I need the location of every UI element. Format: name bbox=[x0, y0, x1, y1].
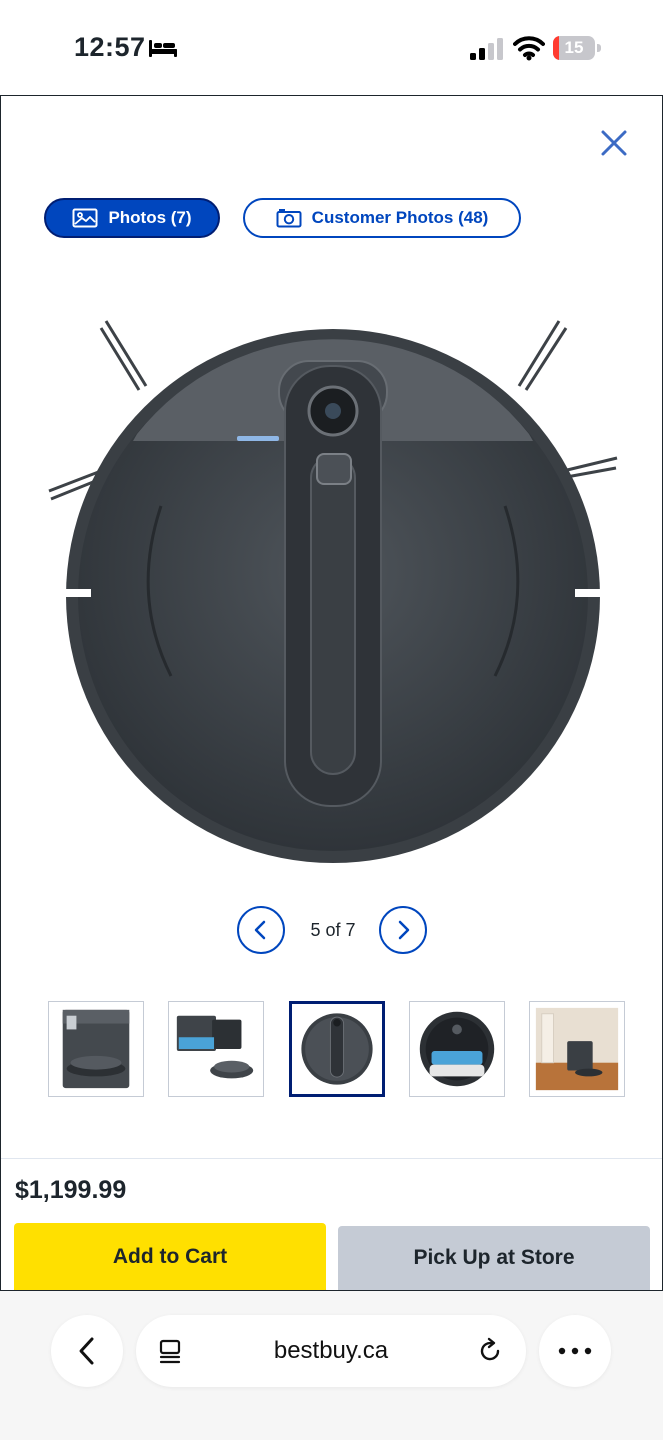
divider bbox=[1, 1158, 662, 1159]
tab-photos[interactable]: Photos (7) bbox=[44, 198, 220, 238]
previous-image-button[interactable] bbox=[237, 906, 285, 954]
thumbnail-3[interactable] bbox=[289, 1001, 385, 1097]
reload-icon[interactable] bbox=[476, 1337, 504, 1365]
thumbnail-2[interactable] bbox=[168, 1001, 264, 1097]
more-button[interactable] bbox=[539, 1315, 611, 1387]
thumbnail-4[interactable] bbox=[409, 1001, 505, 1097]
more-icon bbox=[558, 1347, 592, 1355]
status-time: 12:57 bbox=[74, 32, 146, 62]
url-text[interactable]: bestbuy.ca bbox=[206, 1315, 456, 1387]
next-image-button[interactable] bbox=[379, 906, 427, 954]
thumbnail-5[interactable] bbox=[529, 1001, 625, 1097]
thumbnail-1[interactable] bbox=[48, 1001, 144, 1097]
back-button[interactable] bbox=[51, 1315, 123, 1387]
battery-level: 15 bbox=[564, 38, 584, 57]
wifi-icon bbox=[513, 36, 545, 61]
product-price: $1,199.99 bbox=[15, 1176, 127, 1204]
status-bar: 12:57 15 bbox=[0, 0, 663, 95]
tab-customer-photos-label: Customer Photos (48) bbox=[311, 208, 489, 227]
close-icon[interactable] bbox=[597, 126, 631, 160]
pager-position: 5 of 7 bbox=[310, 920, 356, 940]
browser-toolbar: bestbuy.ca bbox=[0, 1291, 663, 1440]
tab-photos-label: Photos (7) bbox=[108, 208, 192, 227]
back-chevron-icon bbox=[79, 1337, 94, 1365]
chevron-right-icon bbox=[398, 920, 410, 940]
image-icon bbox=[72, 208, 98, 228]
add-to-cart-button[interactable]: Add to Cart bbox=[14, 1223, 326, 1290]
battery-icon: 15 bbox=[553, 36, 601, 60]
chevron-left-icon bbox=[254, 920, 266, 940]
image-pager: 5 of 7 bbox=[1, 906, 662, 954]
pick-up-at-store-button[interactable]: Pick Up at Store bbox=[338, 1226, 650, 1290]
tab-customer-photos[interactable]: Customer Photos (48) bbox=[243, 198, 521, 238]
product-image bbox=[48, 320, 618, 863]
camera-icon bbox=[276, 209, 302, 228]
cellular-signal-icon bbox=[470, 38, 503, 60]
photo-gallery-modal: Photos (7) Customer Photos (48) 5 of 7 $… bbox=[0, 95, 663, 1291]
bed-icon bbox=[149, 40, 177, 57]
address-bar[interactable]: bestbuy.ca bbox=[136, 1315, 526, 1387]
tabs-icon[interactable] bbox=[158, 1339, 184, 1365]
